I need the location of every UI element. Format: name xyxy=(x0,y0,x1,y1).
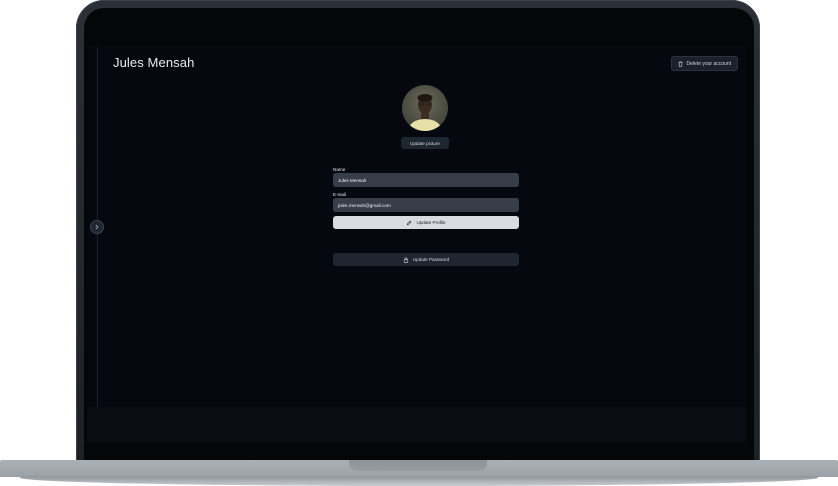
email-label: E-mail xyxy=(333,192,347,197)
screen-footer-area xyxy=(87,407,746,442)
chevron-right-icon xyxy=(94,224,100,230)
name-label: Name xyxy=(333,167,346,172)
laptop-hinge-notch xyxy=(349,460,487,471)
sidebar-toggle-button[interactable] xyxy=(90,220,104,234)
update-password-button[interactable]: Update Password xyxy=(333,253,519,266)
page-title: Jules Mensah xyxy=(113,55,195,70)
delete-account-label: Delete your account xyxy=(686,60,731,67)
avatar xyxy=(402,85,448,131)
delete-account-button[interactable]: Delete your account xyxy=(670,56,738,71)
update-profile-button[interactable]: Update Profile xyxy=(333,216,519,229)
app-screen: Jules Mensah Delete your account Update … xyxy=(87,47,746,442)
name-field[interactable]: Jules Mensah xyxy=(333,173,519,187)
profile-form: Name Jules Mensah E-mail jules.mensah@gm… xyxy=(333,166,519,229)
laptop-base-foot xyxy=(20,476,818,486)
trash-icon xyxy=(678,60,683,67)
email-field[interactable]: jules.mensah@gmail.com xyxy=(333,198,519,212)
pencil-icon xyxy=(406,220,412,226)
lock-icon xyxy=(403,256,409,263)
update-picture-button[interactable]: Update picture xyxy=(401,137,449,149)
update-password-label: Update Password xyxy=(412,257,450,262)
laptop-mockup: Jules Mensah Delete your account Update … xyxy=(0,0,838,486)
update-profile-label: Update Profile xyxy=(416,220,446,225)
